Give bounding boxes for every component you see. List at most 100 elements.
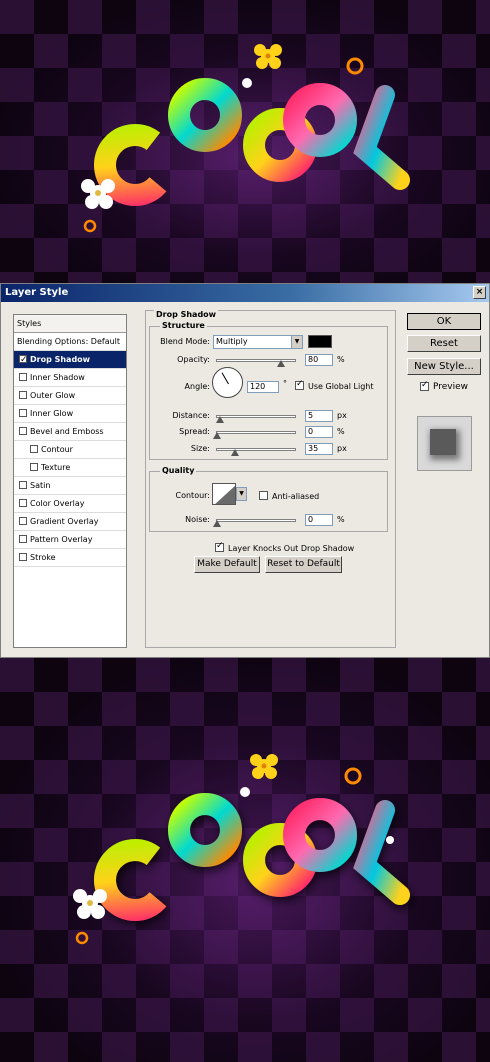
style-item[interactable]: Color Overlay (14, 495, 126, 513)
style-item-checkbox[interactable] (19, 427, 27, 435)
reset-button[interactable]: Reset (407, 335, 481, 352)
close-button[interactable]: × (473, 286, 486, 299)
layer-knocks-out-checkbox[interactable]: ✓ (215, 541, 224, 552)
letter-o2-shape (283, 83, 357, 157)
noise-slider[interactable] (213, 519, 296, 527)
style-item-checkbox[interactable] (19, 481, 27, 489)
style-item-checkbox[interactable] (19, 553, 27, 561)
reset-to-default-button[interactable]: Reset to Default (265, 556, 342, 573)
spread-slider[interactable] (213, 431, 296, 439)
style-item-label: Inner Glow (30, 409, 74, 418)
style-item-checkbox[interactable] (19, 373, 27, 381)
cool-lettering-top (81, 44, 410, 233)
quality-title: Quality (160, 466, 197, 475)
opacity-slider[interactable] (216, 359, 296, 367)
layer-style-dialog: Layer Style × Styles Blending Options: D… (0, 283, 490, 658)
use-global-light-checkbox[interactable]: ✓ (295, 379, 304, 390)
make-default-button[interactable]: Make Default (194, 556, 260, 573)
style-item-label: Satin (30, 481, 51, 490)
style-item[interactable]: Inner Shadow (14, 369, 126, 387)
dialog-title: Layer Style (5, 287, 69, 298)
noise-input[interactable]: 0 (305, 514, 333, 526)
blend-mode-select[interactable]: Multiply ▼ (213, 335, 303, 349)
letter-l-shape (353, 800, 410, 905)
angle-unit: ° (283, 379, 287, 388)
noise-slider-thumb[interactable] (213, 520, 221, 527)
spread-unit: % (337, 427, 345, 436)
angle-input[interactable]: 120 (247, 381, 279, 393)
size-input[interactable]: 35 (305, 443, 333, 455)
small-flower-icon (386, 836, 394, 844)
contour-picker[interactable] (212, 483, 236, 505)
style-item-label: Blending Options: Default (17, 337, 121, 346)
distance-slider[interactable] (216, 415, 296, 423)
style-item-checkbox[interactable] (30, 445, 38, 453)
use-global-light-label: Use Global Light (308, 382, 374, 391)
orange-ring-icon (344, 767, 362, 785)
style-item-checkbox[interactable] (30, 463, 38, 471)
opacity-slider-thumb[interactable] (277, 360, 285, 367)
check-icon: ✓ (216, 541, 224, 551)
small-flower-icon (242, 78, 252, 88)
letter-l-shape (353, 85, 410, 190)
opacity-unit: % (337, 355, 345, 364)
cool-lettering-bottom (73, 754, 410, 945)
spread-slider-thumb[interactable] (213, 432, 221, 439)
style-item[interactable]: Contour (14, 441, 126, 459)
chevron-down-icon: ▼ (237, 488, 246, 500)
contour-label: Contour: (175, 491, 211, 500)
angle-dial[interactable] (212, 367, 243, 398)
style-item[interactable]: Stroke (14, 549, 126, 567)
title-bar[interactable]: Layer Style × (1, 284, 489, 302)
noise-label: Noise: (185, 515, 210, 524)
yellow-flower-icon (254, 44, 282, 69)
style-item[interactable]: Blending Options: Default (14, 333, 126, 351)
check-icon: ✓ (421, 380, 429, 390)
style-item[interactable]: Texture (14, 459, 126, 477)
orange-ring-icon (75, 931, 89, 945)
letter-o2-shape (283, 798, 357, 872)
styles-list-header[interactable]: Styles (14, 315, 126, 333)
size-unit: px (337, 444, 347, 453)
style-item-checkbox[interactable] (19, 535, 27, 543)
style-item-checkbox[interactable] (19, 391, 27, 399)
style-item-label: Pattern Overlay (30, 535, 93, 544)
style-item[interactable]: Inner Glow (14, 405, 126, 423)
size-slider[interactable] (216, 448, 296, 456)
style-item-checkbox[interactable] (19, 409, 27, 417)
spread-input[interactable]: 0 (305, 426, 333, 438)
style-item[interactable]: Outer Glow (14, 387, 126, 405)
preview-label: Preview (433, 382, 469, 392)
styles-list: Styles Blending Options: Default ✓ Drop Sh… (13, 314, 127, 648)
distance-slider-thumb[interactable] (216, 416, 224, 423)
style-item-checkbox[interactable] (19, 517, 27, 525)
orange-ring-icon (346, 57, 364, 75)
distance-input[interactable]: 5 (305, 410, 333, 422)
angle-label: Angle: (184, 382, 210, 391)
contour-dropdown[interactable]: ▼ (236, 487, 247, 501)
style-item[interactable]: ✓ Drop Shadow (14, 351, 126, 369)
dialog-body: Styles Blending Options: Default ✓ Drop Sh… (1, 302, 489, 657)
chevron-down-icon: ▼ (291, 336, 302, 348)
style-item-label: Gradient Overlay (30, 517, 99, 526)
style-item-checkbox[interactable]: ✓ (19, 355, 28, 365)
opacity-input[interactable]: 80 (305, 354, 333, 366)
anti-aliased-checkbox[interactable] (259, 491, 268, 500)
quality-group: Quality Contour: ▼ Anti-aliased Noise: 0… (149, 466, 388, 532)
drop-shadow-title: Drop Shadow (154, 310, 219, 319)
style-item[interactable]: Gradient Overlay (14, 513, 126, 531)
opacity-label: Opacity: (177, 355, 210, 364)
size-slider-thumb[interactable] (231, 449, 239, 456)
letter-o1-shape (168, 78, 242, 152)
structure-title: Structure (160, 321, 207, 330)
style-item[interactable]: Pattern Overlay (14, 531, 126, 549)
style-item[interactable]: Satin (14, 477, 126, 495)
preview-checkbox[interactable]: ✓ (420, 380, 429, 391)
ok-button[interactable]: OK (407, 313, 481, 330)
style-item[interactable]: Bevel and Emboss (14, 423, 126, 441)
small-flower-icon (240, 787, 250, 797)
style-item-checkbox[interactable] (19, 499, 27, 507)
new-style-button[interactable]: New Style... (407, 358, 481, 375)
shadow-color-swatch[interactable] (308, 335, 332, 348)
style-item-label: Bevel and Emboss (30, 427, 104, 436)
